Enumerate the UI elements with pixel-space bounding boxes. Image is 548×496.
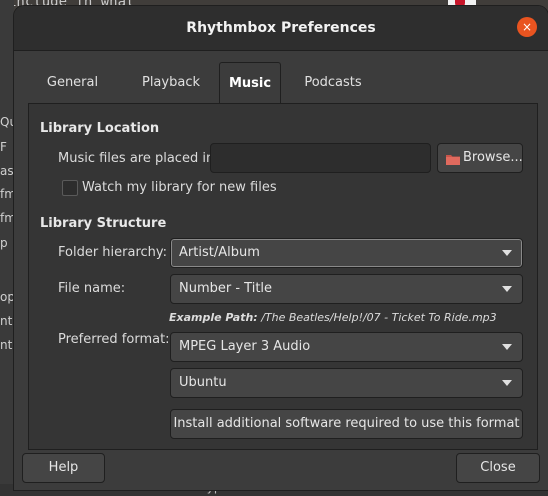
background-sidebar-item: p — [0, 236, 8, 250]
folder-hierarchy-label: Folder hierarchy: — [58, 245, 168, 260]
tab-music[interactable]: Music — [219, 62, 281, 105]
background-sidebar-item: F — [0, 140, 7, 154]
chevron-down-icon — [502, 380, 512, 386]
library-structure-heading: Library Structure — [40, 216, 167, 231]
install-software-button[interactable]: Install additional software required to … — [170, 409, 523, 439]
example-path-prefix: Example Path: — [169, 311, 258, 324]
file-name-value: Number - Title — [179, 281, 273, 296]
music-tab-panel: Library Location Music files are placed … — [28, 103, 538, 450]
music-files-label: Music files are placed in: — [58, 151, 219, 166]
file-name-label: File name: — [58, 281, 126, 296]
watch-library-label[interactable]: Watch my library for new files — [82, 180, 277, 195]
encoding-profile-select[interactable]: Ubuntu — [170, 368, 523, 398]
folder-icon — [446, 155, 460, 165]
preferences-dialog: Rhythmbox Preferences × General Playback… — [14, 6, 548, 490]
browse-label: Browse... — [463, 150, 523, 165]
browse-button[interactable]: Browse... — [437, 143, 523, 173]
close-button[interactable]: Close — [456, 453, 540, 483]
tab-playback[interactable]: Playback — [125, 62, 217, 103]
background-sidebar-item: op — [0, 290, 15, 304]
help-button[interactable]: Help — [22, 453, 105, 483]
file-name-select[interactable]: Number - Title — [170, 274, 523, 304]
chevron-down-icon — [502, 344, 512, 350]
close-icon: × — [521, 20, 533, 34]
close-window-button[interactable]: × — [517, 17, 537, 37]
chevron-down-icon — [502, 286, 512, 292]
chevron-down-icon — [502, 250, 512, 256]
music-location-input[interactable] — [210, 143, 431, 173]
dialog-footer: Help Close — [14, 450, 548, 490]
preferred-format-value: MPEG Layer 3 Audio — [179, 339, 311, 354]
titlebar: Rhythmbox Preferences × — [14, 6, 548, 51]
preferred-format-label: Preferred format: — [58, 332, 170, 347]
library-location-heading: Library Location — [40, 121, 160, 136]
tab-podcasts[interactable]: Podcasts — [288, 62, 378, 103]
window-title: Rhythmbox Preferences — [186, 20, 376, 36]
encoding-profile-value: Ubuntu — [179, 375, 227, 390]
preferred-format-select[interactable]: MPEG Layer 3 Audio — [170, 332, 523, 362]
tab-general[interactable]: General — [28, 62, 117, 103]
folder-hierarchy-select[interactable]: Artist/Album — [170, 238, 523, 268]
example-path-value: /The Beatles/Help!/07 - Ticket To Ride.m… — [261, 311, 497, 324]
folder-hierarchy-value: Artist/Album — [179, 245, 260, 260]
example-path: Example Path: /The Beatles/Help!/07 - Ti… — [169, 311, 497, 324]
watch-library-checkbox[interactable] — [62, 180, 78, 196]
tab-bar: General Playback Music Podcasts — [28, 62, 536, 105]
